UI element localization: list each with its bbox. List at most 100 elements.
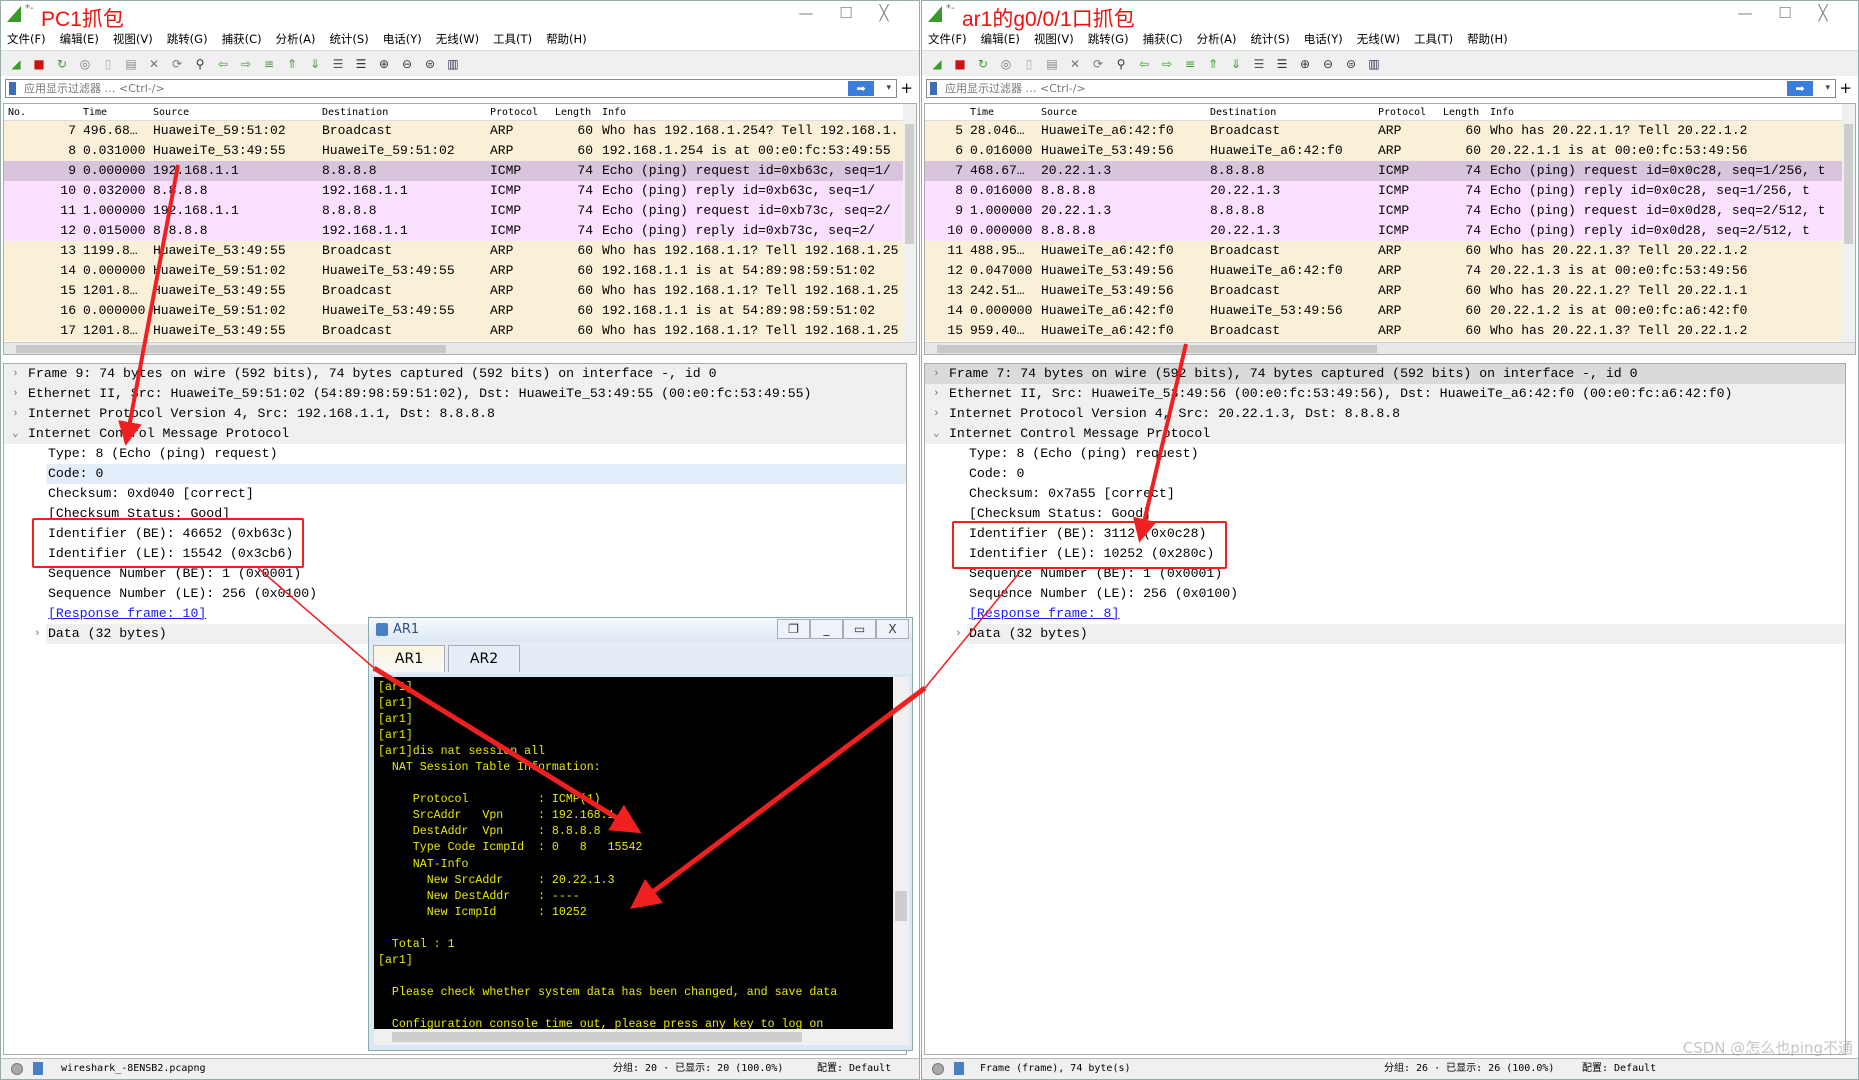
close-file-icon[interactable]: ✕: [1066, 55, 1084, 73]
packet-row[interactable]: 9 1.000000 20.22.1.3 8.8.8.8 ICMP 74 Echo (pin…: [925, 201, 1855, 221]
go-forward-icon[interactable]: ⇨: [237, 55, 255, 73]
menu-item[interactable]: 文件(F): [928, 31, 967, 47]
packet-list-vertical-scrollbar[interactable]: [903, 104, 916, 342]
expand-toggle-icon[interactable]: ›: [933, 364, 940, 384]
packet-row[interactable]: 11 488.95… HuaweiTe_a6:42:f0 Broadcast ARP 60…: [925, 241, 1855, 261]
menu-item[interactable]: 电话(Y): [383, 31, 422, 47]
detail-row[interactable]: › Ethernet II, Src: HuaweiTe_59:51:02 (54…: [4, 384, 906, 404]
detail-row[interactable]: Code: 0: [925, 464, 1845, 484]
zoom-out-icon[interactable]: ⊖: [1319, 55, 1337, 73]
menu-item[interactable]: 视图(V): [1034, 31, 1074, 47]
restart-capture-icon[interactable]: ↻: [974, 55, 992, 73]
colorize-icon[interactable]: ☰: [352, 55, 370, 73]
expand-toggle-icon[interactable]: ›: [933, 384, 940, 404]
menu-item[interactable]: 分析(A): [276, 31, 316, 47]
detail-row[interactable]: Checksum: 0x7a55 [correct]: [925, 484, 1845, 504]
go-back-icon[interactable]: ⇦: [214, 55, 232, 73]
menu-item[interactable]: 工具(T): [1414, 31, 1453, 47]
detail-row[interactable]: Sequence Number (LE): 256 (0x0100): [4, 584, 906, 604]
menu-item[interactable]: 捕获(C): [1143, 31, 1183, 47]
packet-row[interactable]: 11 1.000000 192.168.1.1 8.8.8.8 ICMP 74 Echo (…: [4, 201, 916, 221]
detail-row[interactable]: › Data (32 bytes): [955, 624, 1845, 644]
status-indicator-icon[interactable]: [11, 1063, 23, 1075]
detail-row[interactable]: [Response frame: 8]: [925, 604, 1845, 624]
first-packet-icon[interactable]: ⇑: [283, 55, 301, 73]
column-header-no[interactable]: No.: [8, 107, 26, 118]
detail-text[interactable]: [Response frame: 8]: [969, 604, 1119, 624]
detail-row[interactable]: › Frame 9: 74 bytes on wire (592 bits), 7…: [4, 364, 906, 384]
column-header-dst[interactable]: Destination: [322, 107, 388, 118]
detail-row[interactable]: Sequence Number (LE): 256 (0x0100): [925, 584, 1845, 604]
packet-row[interactable]: 15 1201.8… HuaweiTe_53:49:55 Broadcast ARP 60…: [4, 281, 916, 301]
close-file-icon[interactable]: ✕: [145, 55, 163, 73]
detail-row[interactable]: › Ethernet II, Src: HuaweiTe_53:49:56 (00…: [925, 384, 1845, 404]
stop-capture-icon[interactable]: ■: [951, 55, 969, 73]
zoom-out-icon[interactable]: ⊖: [398, 55, 416, 73]
expand-toggle-icon[interactable]: ›: [12, 384, 19, 404]
packet-row[interactable]: 10 0.000000 8.8.8.8 20.22.1.3 ICMP 74 Echo (pi…: [925, 221, 1855, 241]
minimize-button[interactable]: _: [810, 619, 843, 639]
find-icon[interactable]: ⚲: [191, 55, 209, 73]
column-header-src[interactable]: Source: [1041, 107, 1077, 118]
edit-comment-icon[interactable]: [954, 1062, 964, 1075]
apply-filter-arrow-icon[interactable]: ➡: [848, 81, 874, 96]
packet-row[interactable]: 7 468.67… 20.22.1.3 8.8.8.8 ICMP 74 Echo (ping…: [925, 161, 1855, 181]
menu-item[interactable]: 编辑(E): [981, 31, 1020, 47]
detail-text[interactable]: [Response frame: 10]: [48, 604, 206, 624]
save-file-icon[interactable]: ▤: [1043, 55, 1061, 73]
resize-columns-icon[interactable]: ▥: [444, 55, 462, 73]
packet-row[interactable]: 14 0.000000 HuaweiTe_59:51:02 HuaweiTe_53:4…: [4, 261, 916, 281]
packet-list-vertical-scrollbar[interactable]: [1842, 104, 1855, 342]
column-header-dst[interactable]: Destination: [1210, 107, 1276, 118]
packet-row[interactable]: 6 0.016000 HuaweiTe_53:49:56 HuaweiTe_a6:42…: [925, 141, 1855, 161]
menu-item[interactable]: 文件(F): [7, 31, 46, 47]
column-header-time[interactable]: Time: [970, 107, 994, 118]
detail-row[interactable]: › Internet Protocol Version 4, Src: 20.22…: [925, 404, 1845, 424]
packet-list-horizontal-scrollbar[interactable]: [925, 342, 1855, 354]
go-to-packet-icon[interactable]: ≡: [260, 55, 278, 73]
detail-row[interactable]: › Frame 7: 74 bytes on wire (592 bits), 7…: [925, 364, 1845, 384]
maximize-button[interactable]: ▭: [843, 619, 876, 639]
packet-row[interactable]: 10 0.032000 8.8.8.8 192.168.1.1 ICMP 74 Echo (…: [4, 181, 916, 201]
start-capture-icon[interactable]: ◢: [928, 55, 946, 73]
packet-row[interactable]: 8 0.016000 8.8.8.8 20.22.1.3 ICMP 74 Echo (pin…: [925, 181, 1855, 201]
expand-toggle-icon[interactable]: ›: [12, 404, 19, 424]
menu-item[interactable]: 视图(V): [113, 31, 153, 47]
detail-row[interactable]: ⌄ Internet Control Message Protocol: [4, 424, 906, 444]
detail-row[interactable]: Type: 8 (Echo (ping) request): [925, 444, 1845, 464]
status-profile[interactable]: 配置: Default: [817, 1059, 891, 1079]
zoom-in-icon[interactable]: ⊕: [375, 55, 393, 73]
detail-row[interactable]: Type: 8 (Echo (ping) request): [4, 444, 906, 464]
filter-dropdown-icon[interactable]: ▾: [886, 80, 891, 97]
column-header-info[interactable]: Info: [1490, 107, 1514, 118]
bookmark-icon[interactable]: [930, 82, 937, 95]
menu-item[interactable]: 捕获(C): [222, 31, 262, 47]
colorize-icon[interactable]: ☰: [1273, 55, 1291, 73]
start-capture-icon[interactable]: ◢: [7, 55, 25, 73]
reload-icon[interactable]: ⟳: [1089, 55, 1107, 73]
display-filter-input[interactable]: 应用显示过滤器 … <Ctrl-/> ➡ ▾: [5, 79, 897, 98]
restart-capture-icon[interactable]: ↻: [53, 55, 71, 73]
column-header-src[interactable]: Source: [153, 107, 189, 118]
menu-item[interactable]: 统计(S): [329, 31, 368, 47]
console-tab-ar2[interactable]: AR2: [448, 645, 520, 672]
restore-icon[interactable]: ❐: [777, 619, 810, 639]
resize-columns-icon[interactable]: ▥: [1365, 55, 1383, 73]
column-header-len[interactable]: Length: [1443, 107, 1479, 118]
packet-row[interactable]: 12 0.015000 8.8.8.8 192.168.1.1 ICMP 74 Echo (…: [4, 221, 916, 241]
last-packet-icon[interactable]: ⇓: [306, 55, 324, 73]
close-button[interactable]: ╳: [1808, 4, 1838, 22]
minimize-button[interactable]: —: [791, 4, 821, 22]
first-packet-icon[interactable]: ⇑: [1204, 55, 1222, 73]
options-icon[interactable]: ◎: [997, 55, 1015, 73]
expand-toggle-icon[interactable]: ›: [12, 364, 19, 384]
open-file-icon[interactable]: ▯: [1020, 55, 1038, 73]
packet-row[interactable]: 13 1199.8… HuaweiTe_53:49:55 Broadcast ARP 60…: [4, 241, 916, 261]
expand-toggle-icon[interactable]: ⌄: [933, 424, 940, 444]
display-filter-input[interactable]: 应用显示过滤器 … <Ctrl-/> ➡ ▾: [926, 79, 1836, 98]
console-terminal[interactable]: [ar1] [ar1] [ar1] [ar1] [ar1]dis nat session…: [374, 677, 893, 1029]
menu-item[interactable]: 跳转(G): [1088, 31, 1129, 47]
detail-row[interactable]: ⌄ Internet Control Message Protocol: [925, 424, 1845, 444]
column-header-len[interactable]: Length: [555, 107, 591, 118]
packet-row[interactable]: 17 1201.8… HuaweiTe_53:49:55 Broadcast ARP 60…: [4, 321, 916, 341]
